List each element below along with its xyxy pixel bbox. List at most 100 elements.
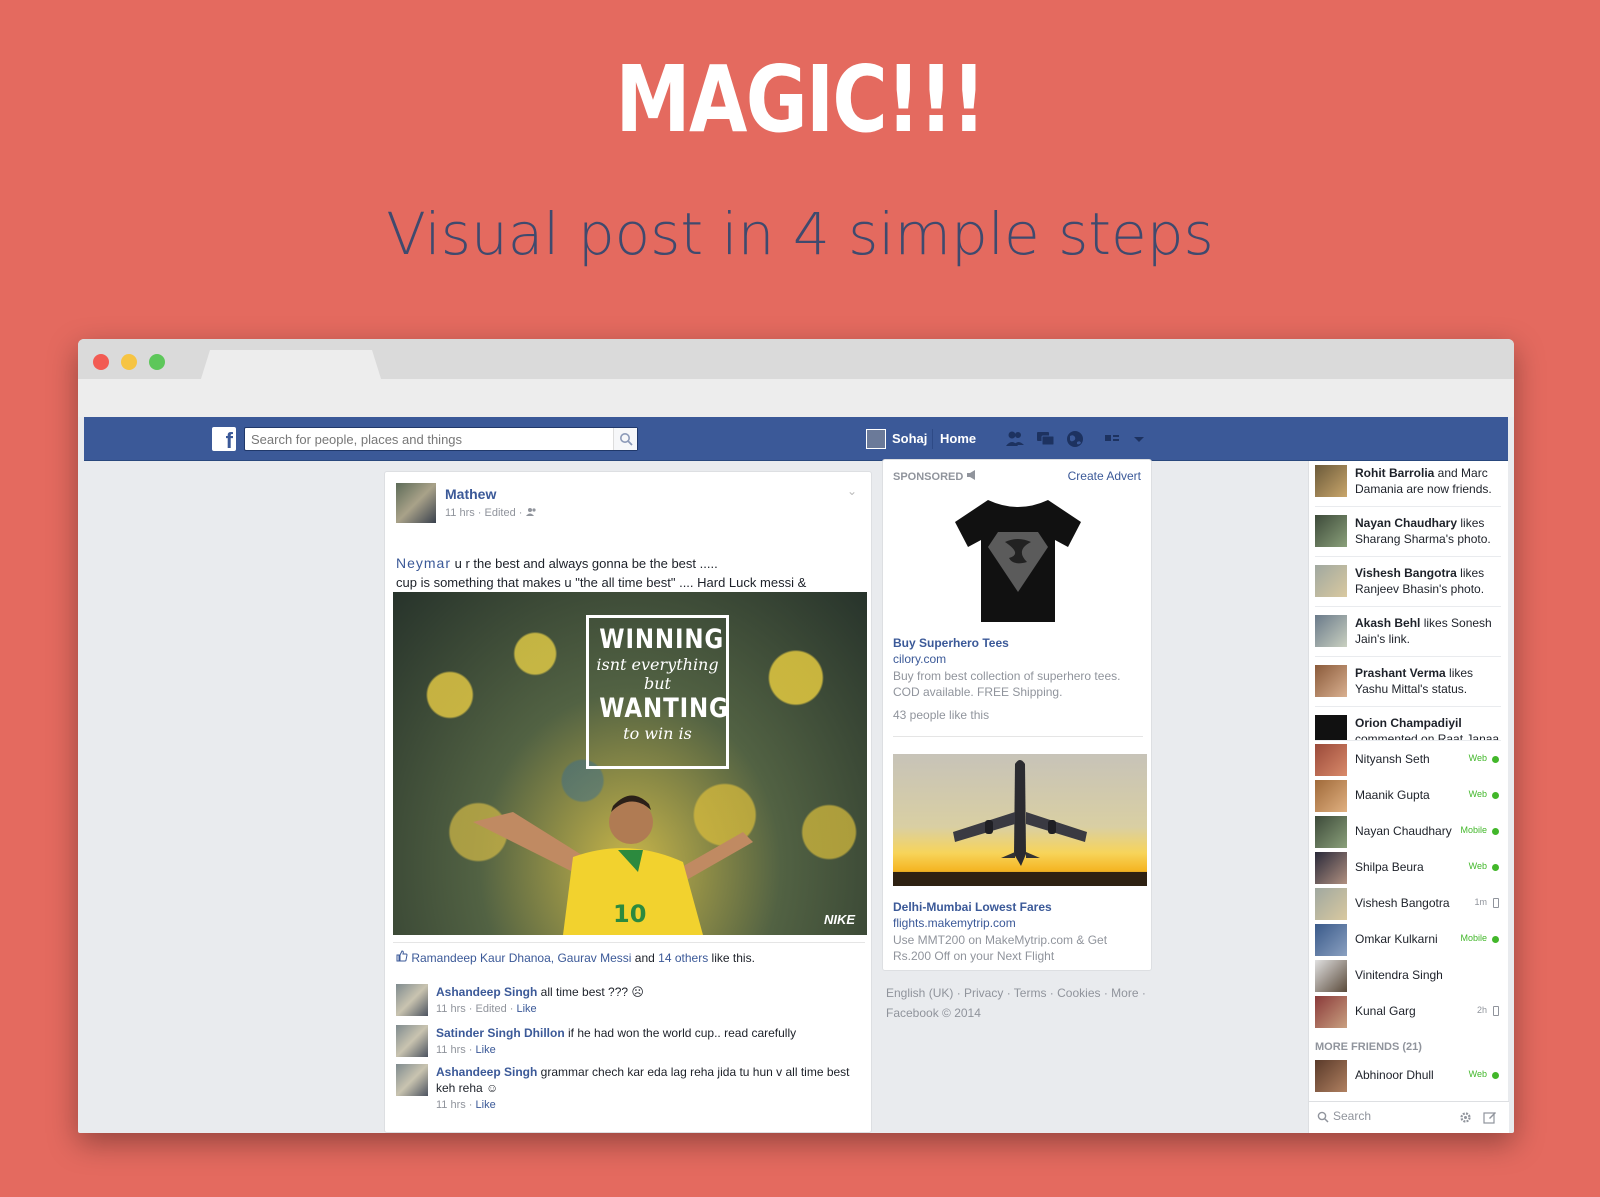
chat-friend[interactable]: Maanik Gupta Web	[1315, 779, 1501, 813]
chat-friend[interactable]: Kunal Garg 2h	[1315, 995, 1501, 1029]
ticker-text: Rohit Barrolia and Marc Damania are now …	[1355, 465, 1505, 499]
ticker-item[interactable]: Vishesh Bangotra likes Ranjeev Bhasin's …	[1315, 561, 1501, 607]
ad-title-superhero-tees[interactable]: Buy Superhero Tees	[893, 636, 1009, 650]
ad-title-delhi-mumbai-fares[interactable]: Delhi-Mumbai Lowest Fares	[893, 900, 1052, 914]
ad-description: Use MMT200 on MakeMytrip.com & Get Rs.20…	[893, 933, 1108, 963]
post-author-avatar[interactable]	[396, 483, 436, 523]
mobile-device-icon	[1493, 1006, 1499, 1016]
create-advert-link[interactable]: Create Advert	[1068, 469, 1141, 483]
likes-others-link[interactable]: 14 others	[658, 951, 708, 965]
friend-avatar	[1315, 888, 1347, 920]
chat-friend[interactable]: Vishesh Bangotra 1m	[1315, 887, 1501, 921]
likers-names-link[interactable]: Ramandeep Kaur Dhanoa, Gaurav Messi	[411, 951, 631, 965]
search-button[interactable]	[613, 428, 637, 450]
footer-links[interactable]: English (UK) · Privacy · Terms · Cookies…	[886, 983, 1156, 1023]
chat-search-input[interactable]	[1333, 1109, 1453, 1123]
ticker-text: Vishesh Bangotra likes Ranjeev Bhasin's …	[1355, 565, 1505, 599]
comment-text: all time best ??? ☹	[537, 985, 644, 999]
new-message-icon[interactable]	[1483, 1110, 1497, 1124]
account-settings-chevron-down-icon[interactable]	[1128, 428, 1150, 450]
ticker-item[interactable]: Rohit Barrolia and Marc Damania are now …	[1315, 461, 1501, 507]
like-thumbs-up-icon	[396, 950, 408, 962]
online-dot-icon	[1492, 756, 1499, 763]
friend-requests-icon[interactable]	[1004, 428, 1026, 450]
svg-text:10: 10	[613, 900, 646, 928]
home-link[interactable]: Home	[940, 431, 976, 446]
comment-like-link[interactable]: Like	[517, 1003, 537, 1015]
quote-line-but: but	[644, 674, 671, 693]
comment-author[interactable]: Satinder Singh Dhillon	[436, 1026, 565, 1040]
comment-like-link[interactable]: Like	[476, 1044, 496, 1056]
maximize-window-button[interactable]	[149, 354, 165, 370]
friend-avatar	[1315, 996, 1347, 1028]
ad-url-cilory[interactable]: cilory.com	[893, 652, 946, 666]
post-options-chevron-down-icon[interactable]: ⌄	[847, 484, 857, 498]
friend-name: Kunal Garg	[1355, 1004, 1416, 1018]
chat-friend[interactable]: Nityansh Seth Web	[1315, 743, 1501, 777]
search-box	[244, 427, 638, 451]
ticker-item[interactable]: Prashant Verma likes Yashu Mittal's stat…	[1315, 661, 1501, 707]
post-meta: 11 hrs · Edited ·	[445, 507, 537, 519]
gear-icon[interactable]	[1459, 1111, 1472, 1124]
comment-avatar[interactable]	[396, 984, 428, 1016]
quote-overlay: WINNING isnt everything but WANTING to w…	[586, 615, 729, 769]
chat-friend[interactable]: Shilpa Beura Web	[1315, 851, 1501, 885]
friend-name: Omkar Kulkarni	[1355, 932, 1438, 946]
chat-friend[interactable]: Vinitendra Singh	[1315, 959, 1501, 993]
user-name-link[interactable]: Sohaj	[892, 431, 927, 446]
privacy-shortcuts-icon[interactable]	[1102, 428, 1124, 450]
friend-name: Shilpa Beura	[1355, 860, 1424, 874]
friend-status: Web	[1468, 861, 1487, 871]
notifications-globe-icon[interactable]	[1064, 428, 1086, 450]
likes-divider	[393, 942, 865, 943]
ticker-item[interactable]: Akash Behl likes Sonesh Jain's link.	[1315, 611, 1501, 657]
browser-window: f Sohaj Home	[78, 339, 1514, 1133]
chat-friend[interactable]: Nayan Chaudhary Mobile	[1315, 815, 1501, 849]
superman-tshirt-image[interactable]	[953, 492, 1083, 627]
quote-word-winning: WINNING	[599, 624, 725, 655]
comment-timestamp[interactable]: 11 hrs · Edited ·	[436, 1003, 517, 1015]
facebook-logo-icon[interactable]: f	[212, 427, 236, 451]
comment-timestamp[interactable]: 11 hrs ·	[436, 1099, 476, 1111]
comment-text: if he had won the world cup.. read caref…	[564, 1026, 797, 1040]
search-icon	[620, 433, 633, 446]
post-timestamp[interactable]: 11 hrs · Edited ·	[445, 507, 526, 519]
close-window-button[interactable]	[93, 354, 109, 370]
chat-friend[interactable]: Omkar Kulkarni Mobile	[1315, 923, 1501, 957]
airplane-ad-image[interactable]	[893, 754, 1147, 886]
ticker-actor: Rohit Barrolia	[1355, 466, 1435, 480]
search-icon	[1317, 1111, 1329, 1123]
messages-icon[interactable]	[1034, 428, 1056, 450]
online-dot-icon	[1492, 864, 1499, 871]
ticker-item[interactable]: Orion Champadiyil commented on Raat Jana…	[1315, 711, 1501, 741]
ticker-item[interactable]: Nayan Chaudhary likes Sharang Sharma's p…	[1315, 511, 1501, 557]
post-text-line1: u r the best and always gonna be the bes…	[451, 556, 718, 571]
user-avatar[interactable]	[866, 429, 886, 449]
chat-friend[interactable]: Abhinoor Dhull Web	[1315, 1059, 1501, 1093]
comment-avatar[interactable]	[396, 1025, 428, 1057]
post-author-name[interactable]: Mathew	[445, 486, 496, 502]
friend-avatar	[1315, 960, 1347, 992]
post-photo[interactable]: WINNING isnt everything but WANTING to w…	[393, 592, 867, 935]
likes-suffix: like this.	[708, 951, 755, 965]
comment-author[interactable]: Ashandeep Singh	[436, 1065, 537, 1079]
post-mention-link[interactable]: Neymar	[396, 555, 451, 571]
megaphone-icon	[967, 470, 976, 480]
sponsored-label-text: SPONSORED	[893, 471, 964, 483]
ad-url-makemytrip[interactable]: flights.makemytrip.com	[893, 916, 1016, 930]
friend-name: Vishesh Bangotra	[1355, 896, 1450, 910]
browser-tab[interactable]	[200, 350, 382, 382]
audience-friends-icon[interactable]	[525, 507, 537, 516]
football-player-figure: 10	[473, 795, 753, 935]
friend-avatar	[1315, 780, 1347, 812]
comment-timestamp[interactable]: 11 hrs ·	[436, 1044, 476, 1056]
minimize-window-button[interactable]	[121, 354, 137, 370]
friend-status: Web	[1468, 1069, 1487, 1079]
search-input[interactable]	[245, 428, 605, 450]
comment-like-link[interactable]: Like	[476, 1099, 496, 1111]
ticker-actor: Prashant Verma	[1355, 666, 1446, 680]
comment-avatar[interactable]	[396, 1064, 428, 1096]
friend-avatar	[1315, 1060, 1347, 1092]
ticker-text: Prashant Verma likes Yashu Mittal's stat…	[1355, 665, 1505, 699]
comment-author[interactable]: Ashandeep Singh	[436, 985, 537, 999]
